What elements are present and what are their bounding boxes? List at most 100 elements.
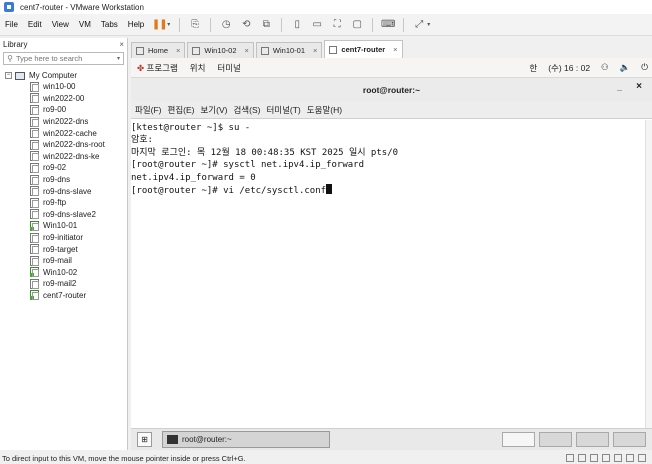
library-vm-item[interactable]: ro9-mail2 xyxy=(0,278,127,290)
terminal-titlebar: root@router:~ _ × xyxy=(131,78,652,101)
vm-icon xyxy=(30,278,39,289)
library-vm-item[interactable]: win2022-dns-root xyxy=(0,139,127,151)
sound-icon[interactable] xyxy=(614,454,622,462)
tab-home[interactable]: Home × xyxy=(131,42,186,58)
library-vm-item[interactable]: win2022-dns xyxy=(0,116,127,128)
show-desktop-button[interactable]: ⊞ xyxy=(137,432,152,447)
library-vm-item[interactable]: ro9-ftp xyxy=(0,197,127,209)
send-ctrl-alt-del-icon[interactable]: ⎘ xyxy=(188,18,202,32)
library-vm-item[interactable]: ro9-dns-slave2 xyxy=(0,209,127,221)
taskbar-terminal-button[interactable]: root@router:~ xyxy=(162,431,330,448)
library-vm-item[interactable]: Win10-01 xyxy=(0,220,127,232)
console-view-icon[interactable]: ⌨ xyxy=(381,18,395,32)
tab-win10-01[interactable]: Win10-01 × xyxy=(255,42,323,58)
usb-icon[interactable] xyxy=(602,454,610,462)
thumbnail-bar-icon[interactable]: ▭ xyxy=(310,18,324,32)
menu-tabs[interactable]: Tabs xyxy=(96,20,123,29)
gnome-top-panel: ✤ 프로그램 위치 터미널 한 (수) 16 : 02 ⚇ 🔈 ⏻ xyxy=(131,58,652,78)
library-vm-item[interactable]: ro9-initiator xyxy=(0,232,127,244)
menu-vm[interactable]: VM xyxy=(74,20,96,29)
search-input[interactable] xyxy=(16,54,106,63)
network-icon[interactable]: ⚇ xyxy=(601,62,609,73)
terminal-scrollbar[interactable] xyxy=(645,120,652,428)
pause-icon[interactable]: ❚❚ xyxy=(152,18,168,32)
library-vm-item[interactable]: ro9-target xyxy=(0,243,127,255)
vm-label: win2022-00 xyxy=(43,93,85,103)
menu-help[interactable]: Help xyxy=(123,20,149,29)
library-vm-item[interactable]: win2022-cache xyxy=(0,127,127,139)
fit-guest-icon[interactable]: ⛶ xyxy=(330,18,344,32)
library-vm-item[interactable]: win10-00 xyxy=(0,81,127,93)
guest-display[interactable]: ✤ 프로그램 위치 터미널 한 (수) 16 : 02 ⚇ 🔈 ⏻ root@r… xyxy=(131,58,652,450)
menu-file[interactable]: File xyxy=(0,20,23,29)
tab-cent7-router[interactable]: cent7-router × xyxy=(324,40,403,58)
workspace-2[interactable] xyxy=(539,432,572,447)
close-icon[interactable]: × xyxy=(636,81,642,92)
show-library-icon[interactable]: ▯ xyxy=(290,18,304,32)
menu-view[interactable]: View xyxy=(47,20,74,29)
library-vm-item[interactable]: cent7-router xyxy=(0,290,127,302)
library-vm-item[interactable]: win2022-00 xyxy=(0,93,127,105)
chevron-down-icon[interactable]: ▾ xyxy=(167,21,170,28)
workspace-4[interactable] xyxy=(613,432,646,447)
display-icon[interactable] xyxy=(638,454,646,462)
close-icon[interactable]: × xyxy=(119,40,124,49)
task-label: root@router:~ xyxy=(182,435,232,444)
collapse-icon[interactable]: − xyxy=(5,72,12,79)
tree-root[interactable]: − My Computer xyxy=(0,70,127,81)
close-icon[interactable]: × xyxy=(245,46,249,55)
revert-snapshot-icon[interactable]: ⟲ xyxy=(239,18,253,32)
vm-label: win2022-dns-root xyxy=(43,140,105,150)
fullscreen-icon[interactable]: ▢ xyxy=(350,18,364,32)
tab-label: Win10-02 xyxy=(204,46,237,55)
library-vm-item[interactable]: ro9-dns xyxy=(0,174,127,186)
snapshot-icon[interactable]: ◷ xyxy=(219,18,233,32)
gnome-apps-menu[interactable]: ✤ 프로그램 xyxy=(137,62,178,74)
library-search[interactable]: ⚲ ▾ xyxy=(3,52,124,65)
terminal-line: [ktest@router ~]$ su - xyxy=(131,122,652,134)
close-icon[interactable]: × xyxy=(393,45,397,54)
vm-label: ro9-ftp xyxy=(43,198,67,208)
terminal-menu-item[interactable]: 보기(V) xyxy=(200,104,227,116)
library-vm-item[interactable]: Win10-02 xyxy=(0,267,127,279)
printer-icon[interactable] xyxy=(626,454,634,462)
close-icon[interactable]: × xyxy=(176,46,180,55)
terminal-menu-item[interactable]: 도움말(H) xyxy=(307,104,342,116)
terminal-menu-item[interactable]: 편집(E) xyxy=(168,104,195,116)
gnome-terminal-menu[interactable]: 터미널 xyxy=(217,62,240,74)
library-vm-item[interactable]: ro9-02 xyxy=(0,162,127,174)
workspace-3[interactable] xyxy=(576,432,609,447)
chevron-down-icon[interactable]: ▾ xyxy=(117,55,120,62)
menu-edit[interactable]: Edit xyxy=(23,20,47,29)
library-vm-item[interactable]: win2022-dns-ke xyxy=(0,151,127,163)
clock[interactable]: (수) 16 : 02 xyxy=(548,62,590,74)
gnome-places-menu[interactable]: 위치 xyxy=(190,62,206,74)
network-adapter-icon[interactable] xyxy=(590,454,598,462)
close-icon[interactable]: × xyxy=(313,46,317,55)
workspace-1[interactable] xyxy=(502,432,535,447)
hdd-icon[interactable] xyxy=(566,454,574,462)
stretch-guest-icon[interactable]: ⤢ xyxy=(412,18,426,32)
status-message: To direct input to this VM, move the mou… xyxy=(2,453,246,463)
chevron-down-icon[interactable]: ▾ xyxy=(427,21,430,28)
cdrom-icon[interactable] xyxy=(578,454,586,462)
terminal-icon xyxy=(167,435,178,444)
terminal-line-text: [root@router ~]# sysctl net.ipv4.ip_forw… xyxy=(131,160,364,171)
input-method-indicator[interactable]: 한 xyxy=(529,62,537,74)
volume-icon[interactable]: 🔈 xyxy=(620,62,631,73)
snapshot-manager-icon[interactable]: ⧉ xyxy=(259,18,273,32)
minimize-icon[interactable]: _ xyxy=(617,82,622,92)
vm-icon xyxy=(30,162,39,173)
terminal-line: 마지막 로그인: 목 12월 18 00:48:35 KST 2025 일시 p… xyxy=(131,147,652,159)
library-vm-item[interactable]: ro9-00 xyxy=(0,104,127,116)
power-icon[interactable]: ⏻ xyxy=(641,62,648,73)
library-vm-item[interactable]: ro9-mail xyxy=(0,255,127,267)
terminal-output[interactable]: [ktest@router ~]$ su - 암호: 마지막 로그인: 목 12월 … xyxy=(131,120,652,428)
terminal-menu-item[interactable]: 검색(S) xyxy=(233,104,260,116)
vm-running-icon xyxy=(30,290,39,301)
vm-label: cent7-router xyxy=(43,290,87,300)
tab-win10-02[interactable]: Win10-02 × xyxy=(187,42,254,58)
terminal-menu-item[interactable]: 파일(F) xyxy=(135,104,162,116)
terminal-menu-item[interactable]: 터미널(T) xyxy=(266,104,300,116)
library-vm-item[interactable]: ro9-dns-slave xyxy=(0,185,127,197)
